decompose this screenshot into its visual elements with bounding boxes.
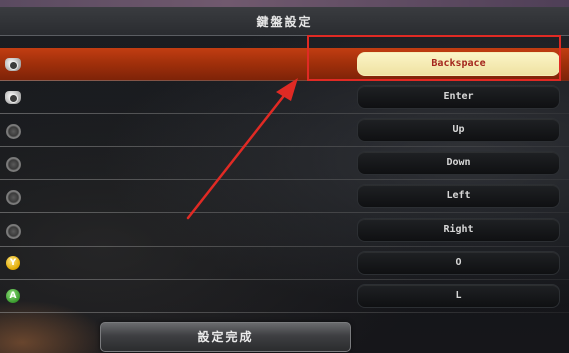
annotation-arrow-icon [186,78,298,220]
done-button[interactable]: 設定完成 [100,322,351,352]
